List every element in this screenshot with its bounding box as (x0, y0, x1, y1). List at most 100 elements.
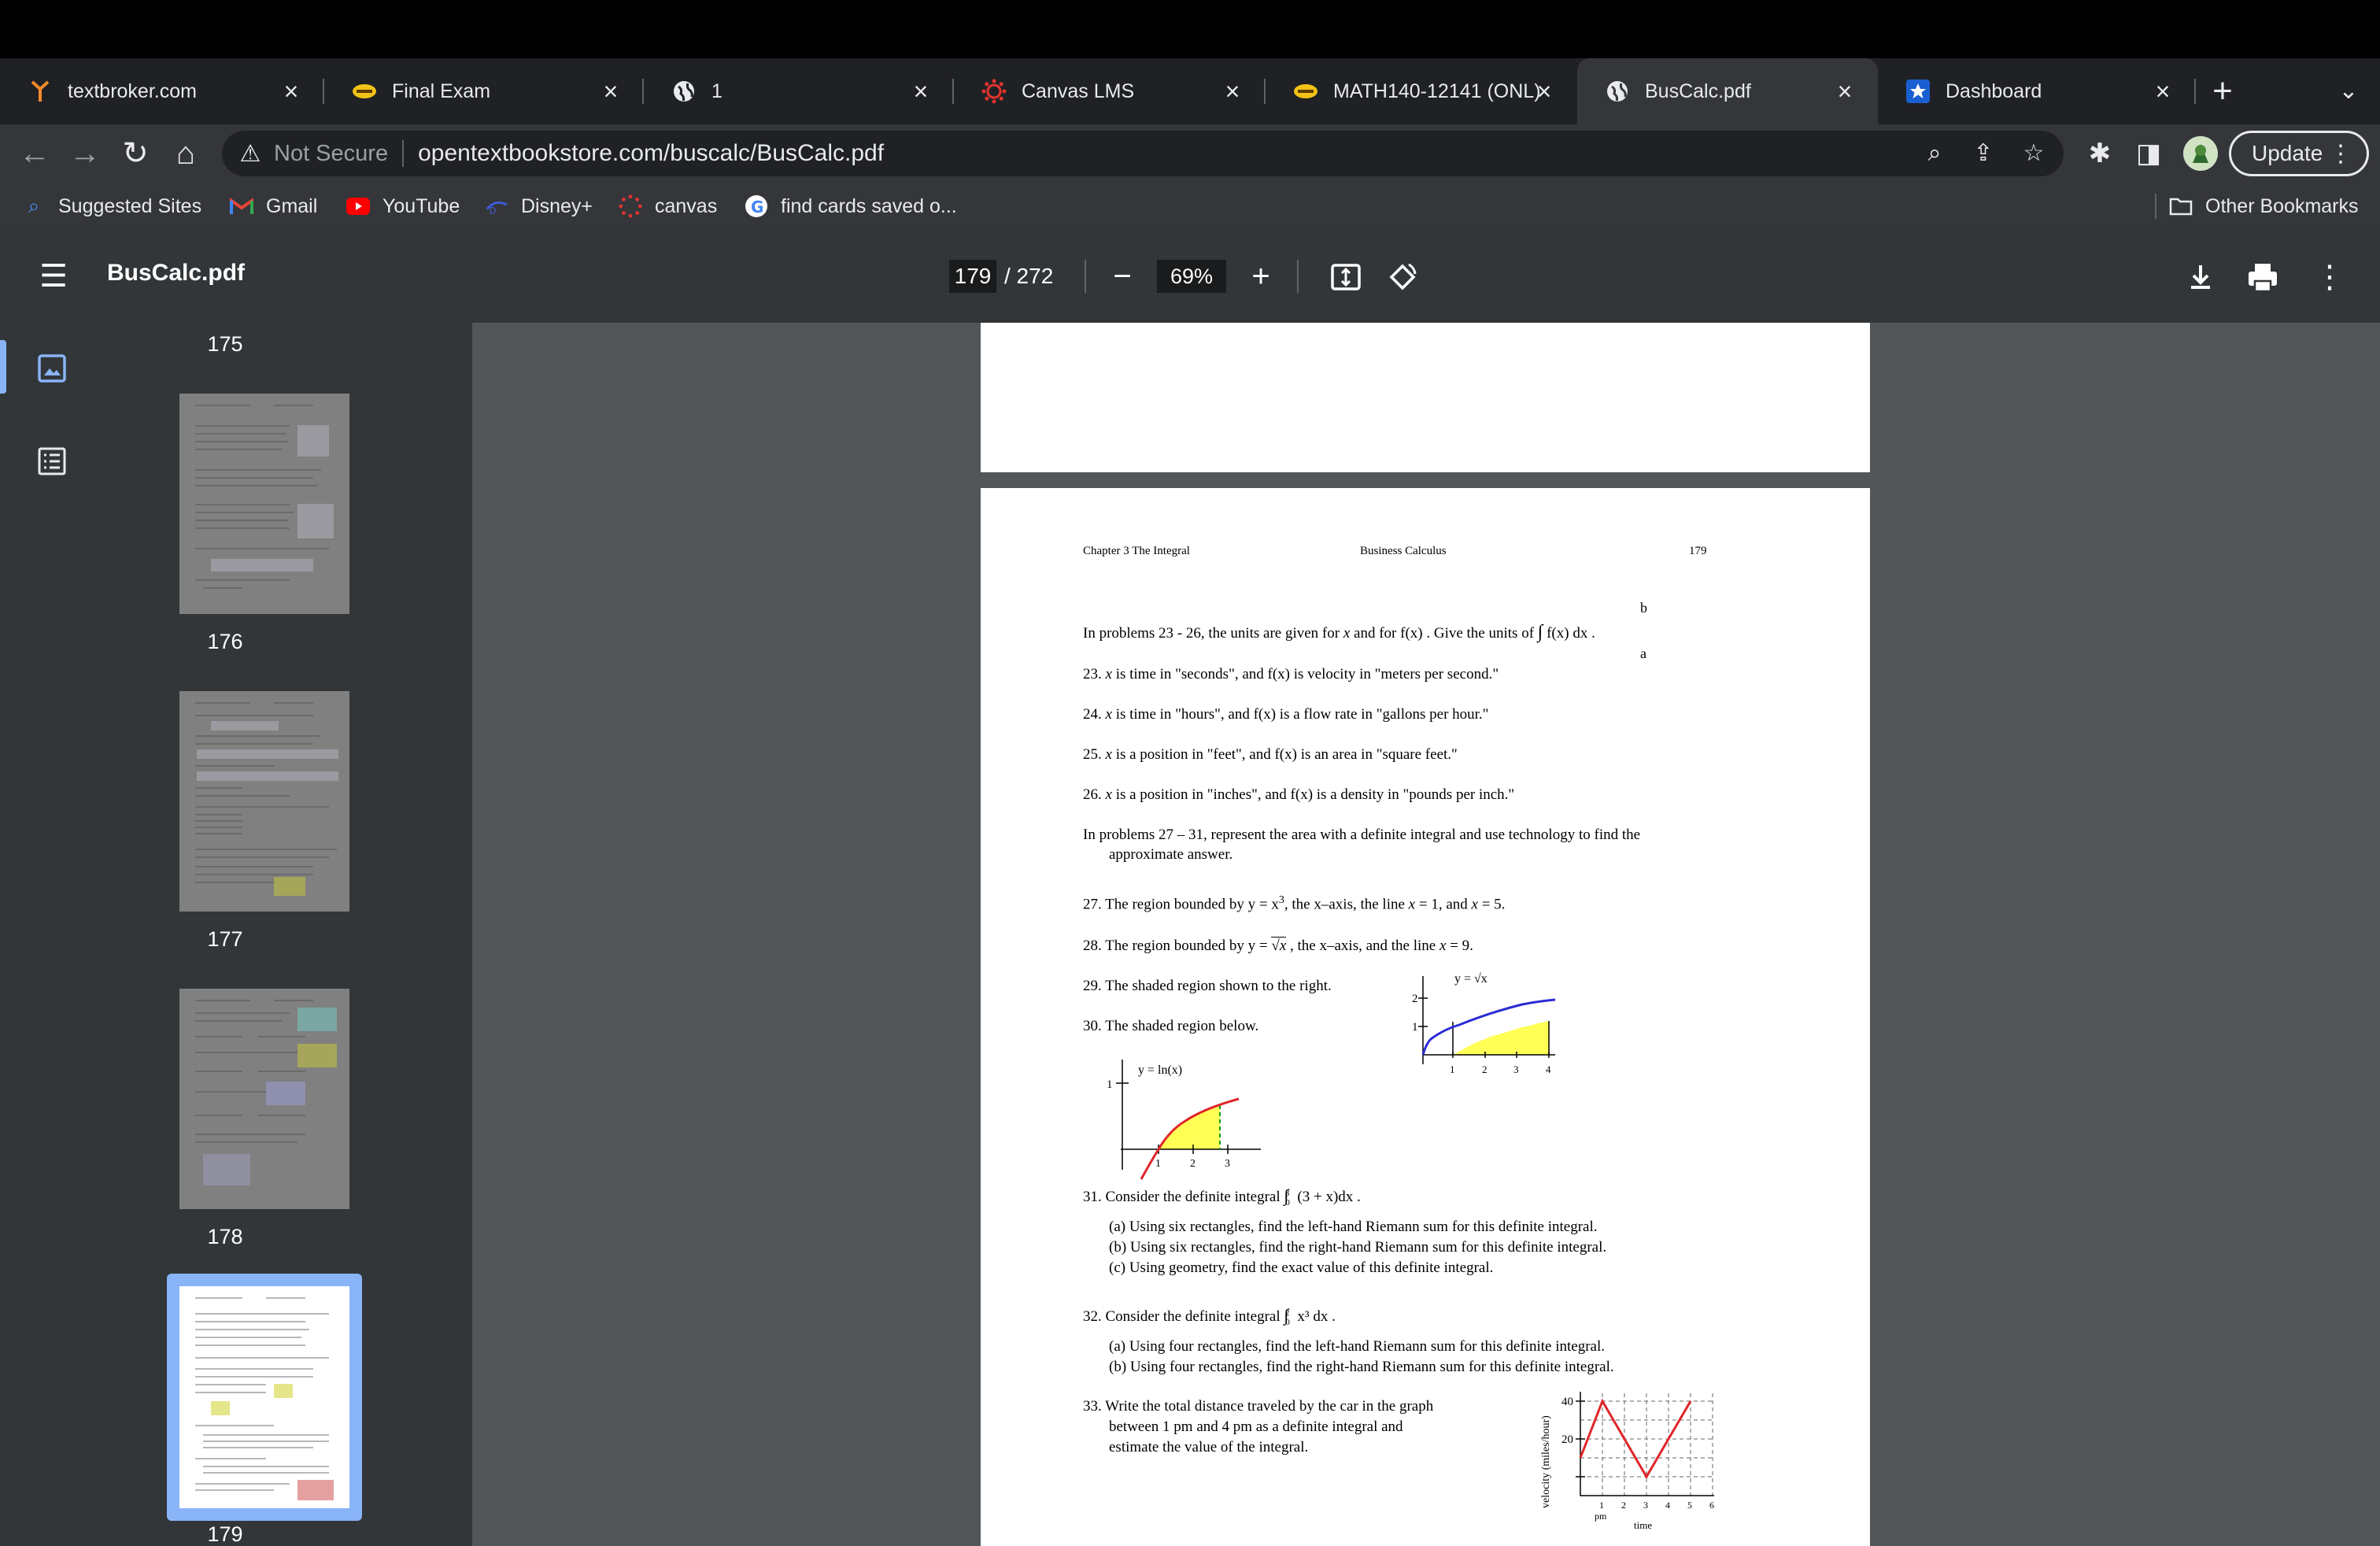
thumbnail-label: 175 (207, 332, 243, 356)
tab-title: 1 (711, 80, 722, 102)
more-vert-icon[interactable]: ⋮ (2312, 260, 2347, 294)
page-total: / 272 (1004, 264, 1054, 288)
tab-dashboard[interactable]: Dashboard × (1878, 58, 2196, 124)
pdf-viewer[interactable]: Chapter 3 The Integral Business Calculus… (472, 323, 2380, 1546)
close-tab-icon[interactable]: × (2149, 77, 2177, 105)
problem-32b: (b) Using four rectangles, find the righ… (1109, 1359, 1614, 1375)
bookmark-youtube[interactable]: YouTube (346, 183, 460, 230)
side-panel-icon[interactable]: ◨ (2131, 136, 2166, 171)
bookmark-suggested-sites[interactable]: ⌕ Suggested Sites (22, 183, 201, 230)
folder-icon (2169, 194, 2193, 218)
thumbnails-icon[interactable] (36, 353, 68, 384)
bookmark-disney[interactable]: D Disney+ (485, 183, 593, 230)
globe-icon (1604, 78, 1631, 105)
extensions-icon[interactable]: ✱ (2082, 136, 2117, 171)
rotate-icon[interactable] (1385, 260, 1420, 294)
reload-button[interactable]: ↻ (116, 135, 154, 172)
bookmark-find-cards[interactable]: G find cards saved o... (745, 183, 957, 230)
close-tab-icon[interactable]: × (597, 77, 625, 105)
canvas-favicon (981, 78, 1007, 105)
outline-icon[interactable] (36, 446, 68, 477)
home-button[interactable]: ⌂ (167, 135, 205, 172)
thumbnail-label: 177 (207, 927, 243, 951)
x-tick: 4 (1665, 1500, 1670, 1511)
tab-buscalc[interactable]: BusCalc.pdf × (1577, 58, 1878, 124)
menu-icon[interactable]: ☰ (36, 259, 71, 294)
bookmark-gmail[interactable]: Gmail (230, 183, 317, 230)
download-icon[interactable] (2183, 260, 2218, 294)
security-label[interactable]: Not Secure (274, 141, 388, 167)
intro-27-31-line1: In problems 27 – 31, represent the area … (1083, 827, 1641, 843)
graph-ln-x: 1 1 2 3 y = ln(x) (1107, 1060, 1261, 1180)
bookmark-label: Suggested Sites (58, 194, 202, 217)
zoom-out-button[interactable]: − (1105, 258, 1140, 294)
tab-canvas-lms[interactable]: Canvas LMS × (954, 58, 1266, 124)
new-tab-button[interactable]: + (2204, 72, 2241, 110)
other-bookmarks[interactable]: Other Bookmarks (2169, 183, 2359, 230)
thumbnail-page-177[interactable] (179, 989, 349, 1209)
address-bar[interactable]: ⚠ Not Secure opentextbookstore.com/busca… (222, 131, 2064, 176)
thumbnail-page-175[interactable] (179, 394, 349, 614)
forward-button[interactable]: → (66, 135, 104, 172)
x-tick: 3 (1643, 1500, 1648, 1511)
avatar[interactable] (2183, 136, 2218, 171)
integral-sign: ∫ (1537, 622, 1543, 642)
zoom-level-input[interactable]: 69% (1157, 260, 1226, 293)
problem-23: 23. x is time in "seconds", and f(x) is … (1083, 666, 1499, 682)
zoom-icon[interactable]: ⌕ (1919, 138, 1950, 169)
bookmarks-divider (2155, 194, 2156, 219)
toolbar-divider (1085, 260, 1086, 293)
svg-text:G: G (751, 198, 763, 216)
y-axis-label: velocity (miles/hour) (1540, 1415, 1552, 1508)
bookmark-canvas[interactable]: canvas (619, 183, 717, 230)
close-tab-icon[interactable]: × (1218, 77, 1247, 105)
share-icon[interactable]: ⇪ (1968, 138, 1999, 169)
x-tick: 1 (1599, 1500, 1604, 1511)
x-tick: 6 (1709, 1500, 1714, 1511)
problem-26: 26. x is a position in "inches", and f(x… (1083, 786, 1515, 803)
close-tab-icon[interactable]: × (907, 77, 935, 105)
y-tick-20: 20 (1561, 1433, 1573, 1446)
thumbnail-page-176[interactable] (179, 691, 349, 912)
tab-math140[interactable]: MATH140-12141 (ONL) × (1266, 58, 1577, 124)
problem-30: 30. The shaded region below. (1083, 1018, 1259, 1034)
canvas-icon (619, 194, 642, 218)
chevron-down-icon[interactable]: ⌄ (2330, 72, 2367, 110)
x-tick: 2 (1621, 1500, 1626, 1511)
x-tick: 3 (1513, 1063, 1519, 1075)
active-indicator (0, 340, 6, 394)
bookmark-label: find cards saved o... (781, 194, 957, 217)
thumbnail-page-178[interactable] (179, 1286, 349, 1508)
google-icon: G (745, 194, 768, 218)
search-icon: ⌕ (28, 194, 40, 217)
problem-31: 31. Consider the definite integral ∫03 (3… (1083, 1185, 1361, 1208)
print-icon[interactable] (2245, 260, 2281, 294)
bookmark-star-icon[interactable]: ☆ (2018, 138, 2049, 169)
close-tab-icon[interactable]: × (1530, 77, 1558, 105)
tab-title: Dashboard (1946, 80, 2042, 102)
integral-upper-limit: b (1640, 600, 1647, 616)
fit-page-icon[interactable] (1329, 260, 1363, 294)
close-tab-icon[interactable]: × (1831, 77, 1859, 105)
integral-lower-limit: a (1640, 645, 1646, 661)
url-text[interactable]: opentextbookstore.com/buscalc/BusCalc.pd… (418, 140, 884, 167)
page-header-left: Chapter 3 The Integral (1083, 545, 1190, 557)
y-tick-40: 40 (1561, 1396, 1573, 1408)
bookmarks-bar: ⌕ Suggested Sites Gmail YouTube D Disney… (0, 183, 2380, 230)
tab-textbroker[interactable]: textbroker.com × (0, 58, 324, 124)
axis-tick-2: 2 (1412, 993, 1418, 1005)
tab-1[interactable]: 1 × (644, 58, 954, 124)
back-button[interactable]: ← (16, 135, 54, 172)
page-number-input[interactable]: 179 (949, 260, 996, 293)
math-favicon (1292, 78, 1319, 105)
update-button[interactable]: Update ⋮ (2229, 131, 2369, 176)
youtube-icon (346, 194, 370, 218)
thumbnail-label: 178 (207, 1225, 243, 1248)
x-tick: 1 (1155, 1158, 1161, 1170)
tab-final-exam[interactable]: Final Exam × (324, 58, 644, 124)
zoom-in-button[interactable]: + (1244, 258, 1278, 294)
tab-title: BusCalc.pdf (1645, 80, 1751, 102)
x-tick: 2 (1482, 1063, 1488, 1075)
warning-icon[interactable]: ⚠ (235, 140, 266, 168)
close-tab-icon[interactable]: × (277, 77, 305, 105)
